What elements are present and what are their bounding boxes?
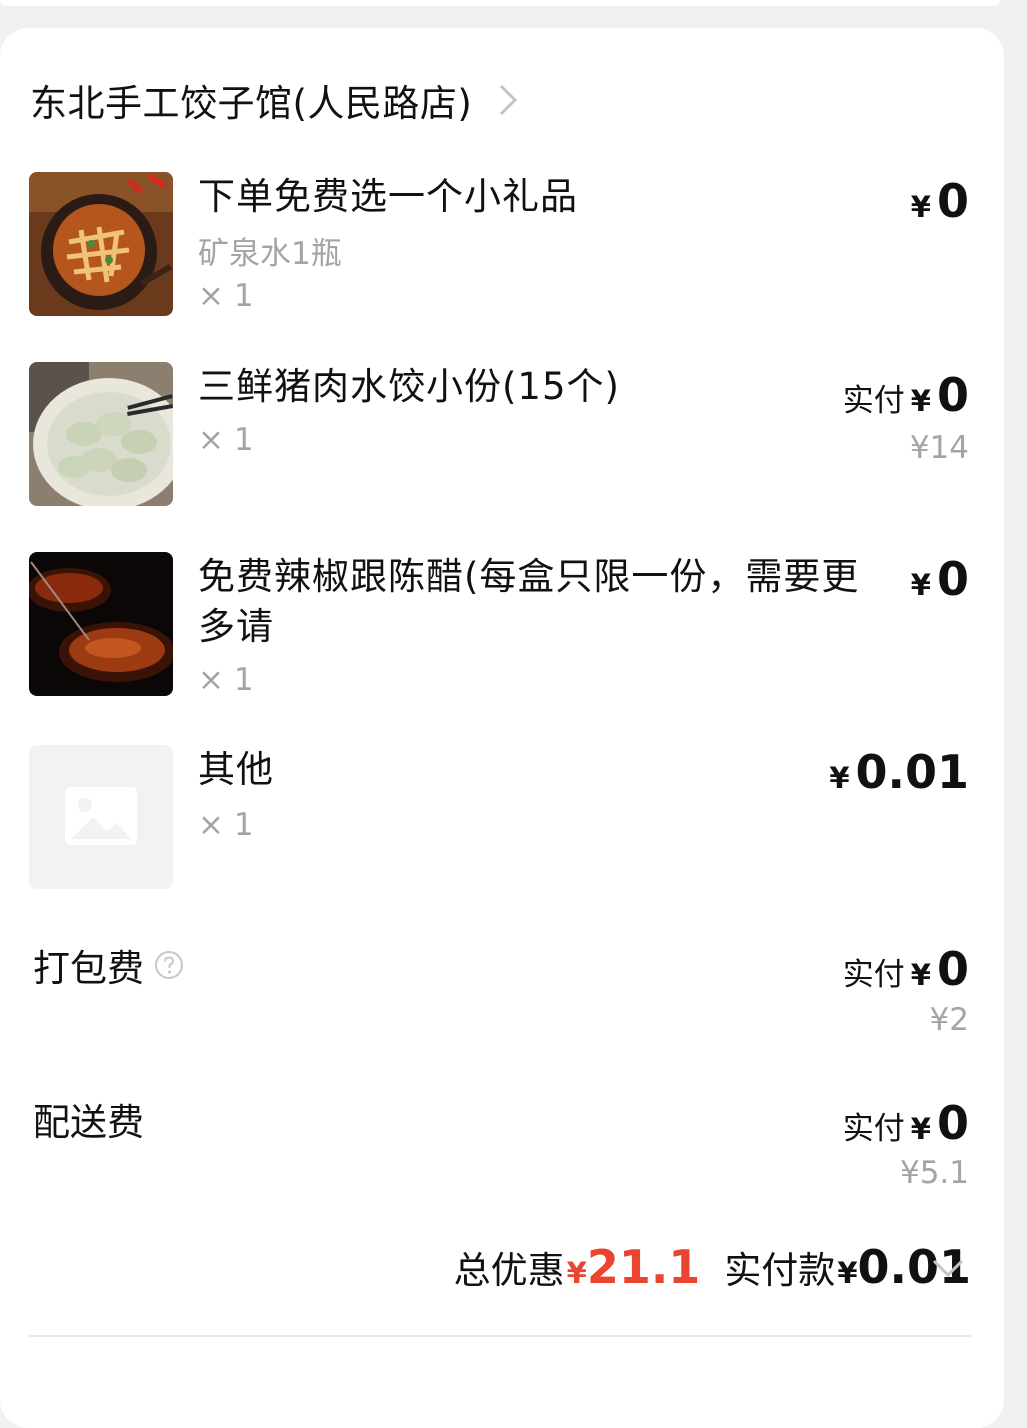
delivery-fee-label: 配送费: [33, 1092, 144, 1146]
item-price: ¥ 0: [911, 174, 969, 228]
total-discount-amount: 21.1: [586, 1240, 701, 1294]
delivery-fee-price: 实付 ¥ 0: [843, 1096, 969, 1150]
chevron-right-icon: [500, 84, 518, 116]
item-quantity: × 1: [198, 422, 254, 458]
currency-symbol: ¥: [829, 761, 850, 795]
item-price: ¥ 0: [911, 552, 969, 606]
item-thumbnail: [29, 362, 173, 506]
total-discount-label: 总优惠: [453, 1249, 565, 1292]
item-quantity: × 1: [198, 278, 254, 314]
delivery-fee-original-price: ¥5.1: [899, 1155, 969, 1191]
item-name: 免费辣椒跟陈醋(每盒只限一份，需要更多请: [198, 555, 860, 648]
paid-label: 实付: [842, 1111, 905, 1147]
item-quantity: × 1: [198, 807, 254, 843]
paid-label: 实付: [842, 383, 905, 419]
divider: [29, 1335, 971, 1337]
order-item: 三鲜猪肉水饺小份(15个) × 1 实付 ¥ 0 ¥14: [29, 362, 971, 506]
currency-symbol: ¥: [566, 1256, 587, 1290]
item-price: ¥ 0.01: [829, 745, 969, 799]
packing-fee-label: 打包费: [33, 938, 184, 992]
packing-fee-price: 实付 ¥ 0: [843, 942, 969, 996]
currency-symbol: ¥: [910, 384, 931, 418]
item-name: 下单免费选一个小礼品: [198, 175, 578, 218]
item-thumbnail: [29, 172, 173, 316]
currency-symbol: ¥: [910, 1112, 931, 1146]
delivery-fee-text: 配送费: [33, 1101, 144, 1144]
currency-symbol: ¥: [910, 958, 931, 992]
price-amount: 0: [936, 942, 969, 996]
currency-symbol: ¥: [910, 568, 931, 602]
original-price: ¥14: [909, 430, 969, 466]
image-placeholder-icon: [29, 745, 173, 889]
shop-header[interactable]: 东北手工饺子馆(人民路店): [30, 74, 520, 126]
paid-total-label: 实付款: [724, 1249, 836, 1292]
item-spec: 矿泉水1瓶: [198, 236, 342, 272]
order-item: 下单免费选一个小礼品 矿泉水1瓶 × 1 ¥ 0: [29, 172, 971, 316]
item-name: 三鲜猪肉水饺小份(15个): [198, 365, 620, 408]
item-name: 其他: [198, 748, 274, 791]
currency-symbol: ¥: [910, 190, 931, 224]
packing-fee-original-price: ¥2: [929, 1002, 969, 1038]
currency-symbol: ¥: [837, 1256, 858, 1290]
chevron-down-icon[interactable]: [930, 1256, 966, 1280]
item-price: 实付 ¥ 0: [843, 368, 969, 422]
price-amount: 0: [936, 1096, 969, 1150]
price-amount: 0: [936, 552, 969, 606]
order-summary: 总优惠 ¥ 21.1 实付款 ¥ 0.01: [454, 1240, 971, 1294]
packing-fee-text: 打包费: [33, 947, 144, 990]
question-circle-icon[interactable]: [154, 950, 184, 980]
price-amount: 0.01: [855, 745, 970, 799]
item-quantity: × 1: [198, 662, 254, 698]
paid-label: 实付: [842, 957, 905, 993]
shop-name: 东北手工饺子馆(人民路店): [30, 82, 473, 125]
order-item: 免费辣椒跟陈醋(每盒只限一份，需要更多请 × 1 ¥ 0: [29, 552, 971, 698]
item-thumbnail-placeholder: [29, 745, 173, 889]
price-amount: 0: [936, 174, 969, 228]
previous-card-edge: [0, 0, 1000, 6]
order-item: 其他 × 1 ¥ 0.01: [29, 745, 971, 889]
item-thumbnail: [29, 552, 173, 696]
price-amount: 0: [936, 368, 969, 422]
